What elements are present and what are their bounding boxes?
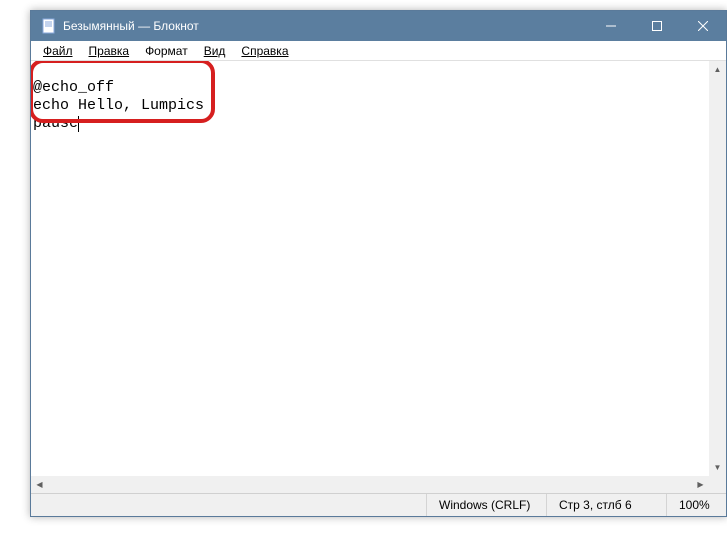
maximize-button[interactable] [634,11,680,41]
scroll-track-horizontal[interactable] [48,476,692,493]
editor-line: @echo_off [33,79,114,96]
window-controls [588,11,726,41]
editor-line: pause [33,115,78,132]
menu-file[interactable]: Файл [35,43,81,59]
titlebar[interactable]: Безымянный — Блокнот [31,11,726,41]
editor-line: echo Hello, Lumpics [33,97,204,114]
menu-format[interactable]: Формат [137,43,196,59]
statusbar: Windows (CRLF) Стр 3, стлб 6 100% [31,493,726,516]
menu-help[interactable]: Справка [233,43,296,59]
editor-area: @echo_off echo Hello, Lumpics pause ▲ ▼ … [31,61,726,493]
scroll-track-vertical[interactable] [709,78,726,459]
scroll-left-button[interactable]: ◀ [31,476,48,493]
text-caret [78,116,79,132]
horizontal-scrollbar[interactable]: ◀ ▶ [31,476,709,493]
status-encoding: Windows (CRLF) [426,494,546,516]
scroll-down-button[interactable]: ▼ [709,459,726,476]
menubar: Файл Правка Формат Вид Справка [31,41,726,61]
scroll-up-button[interactable]: ▲ [709,61,726,78]
app-icon [41,18,57,34]
menu-view[interactable]: Вид [196,43,234,59]
scroll-corner [709,476,726,493]
text-editor[interactable]: @echo_off echo Hello, Lumpics pause [31,61,709,476]
close-button[interactable] [680,11,726,41]
vertical-scrollbar[interactable]: ▲ ▼ [709,61,726,476]
notepad-window: Безымянный — Блокнот Файл Правка Формат … [30,10,727,517]
status-position: Стр 3, стлб 6 [546,494,666,516]
minimize-button[interactable] [588,11,634,41]
window-title: Безымянный — Блокнот [63,19,199,33]
status-zoom: 100% [666,494,726,516]
scroll-right-button[interactable]: ▶ [692,476,709,493]
menu-edit[interactable]: Правка [81,43,138,59]
